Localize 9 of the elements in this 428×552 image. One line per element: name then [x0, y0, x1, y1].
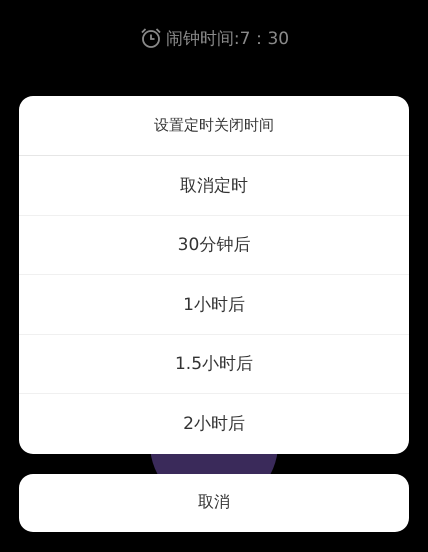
timer-option[interactable]: 2小时后 [19, 394, 409, 454]
alarm-time-label: 闹钟时间:7：30 [166, 28, 290, 50]
timer-option[interactable]: 取消定时 [19, 156, 409, 216]
alarm-clock-icon [138, 26, 163, 50]
dialog-title: 设置定时关闭时间 [19, 96, 409, 156]
timer-option[interactable]: 1.5小时后 [19, 334, 409, 394]
cancel-button[interactable]: 取消 [19, 474, 409, 532]
timer-option[interactable]: 30分钟后 [19, 216, 409, 275]
timer-option[interactable]: 1小时后 [19, 275, 409, 334]
